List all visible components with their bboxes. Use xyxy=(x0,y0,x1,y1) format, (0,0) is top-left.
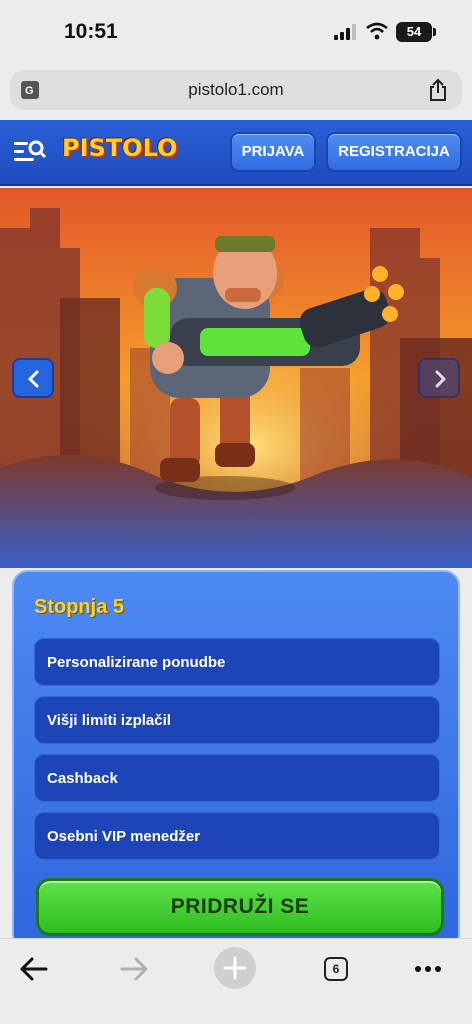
site-header: PISTOLO PRIJAVA REGISTRACIJA xyxy=(0,120,472,186)
login-button[interactable]: PRIJAVA xyxy=(230,132,316,172)
benefit-item: Višji limiti izplačil xyxy=(34,696,440,744)
register-button[interactable]: REGISTRACIJA xyxy=(326,132,462,172)
chevron-right-icon xyxy=(435,370,446,388)
benefit-label: Cashback xyxy=(47,770,118,787)
battery-indicator: 54 xyxy=(396,22,432,42)
browser-toolbar: 6 xyxy=(0,938,472,1024)
benefit-label: Višji limiti izplačil xyxy=(47,712,171,729)
site-logo[interactable]: PISTOLO xyxy=(62,134,177,162)
chevron-left-icon xyxy=(28,370,39,388)
hero-banner xyxy=(0,188,472,568)
benefit-label: Osebni VIP menedžer xyxy=(47,828,201,845)
benefit-item: Osebni VIP menedžer xyxy=(34,812,440,860)
forward-button[interactable] xyxy=(112,947,156,991)
vip-level-card: Stopnja 5 Personalizirane ponudbe Višji … xyxy=(12,570,460,950)
battery-tip xyxy=(433,28,436,36)
signal-icon xyxy=(334,24,356,40)
level-title: Stopnja 5 xyxy=(34,596,125,618)
more-button[interactable] xyxy=(406,947,450,991)
benefit-item: Cashback xyxy=(34,754,440,802)
carousel-next-button[interactable] xyxy=(418,358,460,398)
status-bar: 10:51 54 xyxy=(0,0,472,64)
forward-arrow-icon xyxy=(120,957,148,981)
tabs-icon: 6 xyxy=(324,957,348,981)
carousel-prev-button[interactable] xyxy=(12,358,54,398)
more-icon xyxy=(415,966,441,972)
join-button[interactable]: PRIDRUŽI SE xyxy=(36,878,444,936)
tabs-button[interactable]: 6 xyxy=(314,947,358,991)
new-tab-button[interactable] xyxy=(214,947,258,991)
status-time: 10:51 xyxy=(64,20,118,43)
wifi-icon xyxy=(366,22,388,40)
benefit-item: Personalizirane ponudbe xyxy=(34,638,440,686)
back-arrow-icon xyxy=(20,957,48,981)
share-icon[interactable] xyxy=(428,78,448,102)
hero-illustration xyxy=(0,188,472,568)
menu-search-icon[interactable] xyxy=(14,138,46,166)
back-button[interactable] xyxy=(12,947,56,991)
plus-icon xyxy=(223,956,247,980)
address-bar[interactable]: G pistolo1.com xyxy=(10,70,462,110)
benefit-label: Personalizirane ponudbe xyxy=(47,654,226,671)
url-text[interactable]: pistolo1.com xyxy=(10,80,462,100)
